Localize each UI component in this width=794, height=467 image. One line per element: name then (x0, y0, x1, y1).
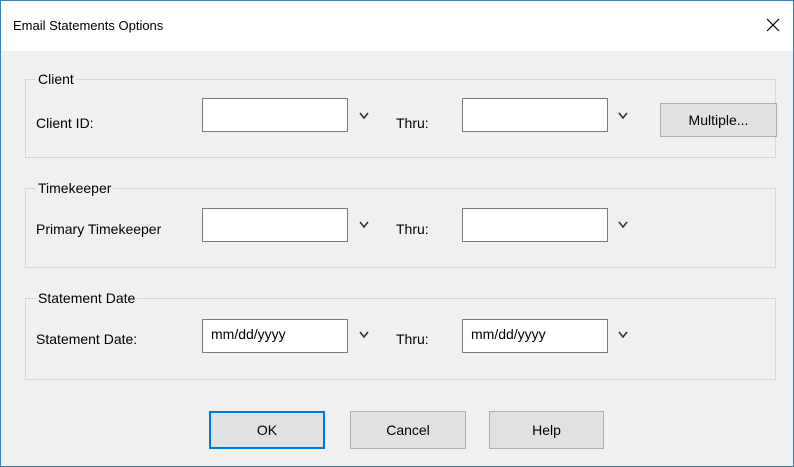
chevron-down-icon (618, 112, 628, 120)
chevron-down-icon (359, 221, 369, 229)
multiple-button[interactable]: Multiple... (660, 103, 777, 137)
cancel-button[interactable]: Cancel (350, 411, 466, 449)
chevron-down-icon (359, 112, 369, 120)
statement-date-group-label: Statement Date (36, 290, 138, 306)
client-id-from-dropdown[interactable] (358, 111, 370, 121)
chevron-down-icon (618, 331, 628, 339)
timekeeper-thru-label: Thru: (396, 221, 429, 237)
close-icon (766, 18, 780, 32)
email-statements-dialog: Email Statements Options Client Client I… (0, 0, 794, 467)
timekeeper-thru-field[interactable] (462, 208, 608, 242)
chevron-down-icon (618, 221, 628, 229)
chevron-down-icon (359, 331, 369, 339)
help-button[interactable]: Help (489, 411, 604, 449)
client-thru-label: Thru: (396, 115, 429, 131)
statement-date-thru-field[interactable]: mm/dd/yyyy (462, 319, 608, 353)
statement-date-thru-label: Thru: (396, 331, 429, 347)
client-id-from-field[interactable] (202, 98, 348, 132)
statement-date-from-field[interactable]: mm/dd/yyyy (202, 319, 348, 353)
close-button[interactable] (753, 7, 793, 43)
statement-date-label: Statement Date: (36, 331, 138, 347)
client-id-label: Client ID: (36, 115, 94, 131)
ok-button[interactable]: OK (209, 411, 325, 449)
timekeeper-thru-dropdown[interactable] (617, 220, 629, 230)
dialog-title: Email Statements Options (13, 18, 164, 33)
statement-date-thru-dropdown[interactable] (617, 330, 629, 340)
primary-timekeeper-label: Primary Timekeeper (36, 221, 162, 237)
client-group-label: Client (36, 71, 76, 87)
client-id-thru-dropdown[interactable] (617, 111, 629, 121)
timekeeper-from-dropdown[interactable] (358, 220, 370, 230)
timekeeper-from-field[interactable] (202, 208, 348, 242)
timekeeper-group-label: Timekeeper (36, 180, 114, 196)
statement-date-from-dropdown[interactable] (358, 330, 370, 340)
client-id-thru-field[interactable] (462, 98, 608, 132)
title-bar: Email Statements Options (1, 1, 793, 51)
